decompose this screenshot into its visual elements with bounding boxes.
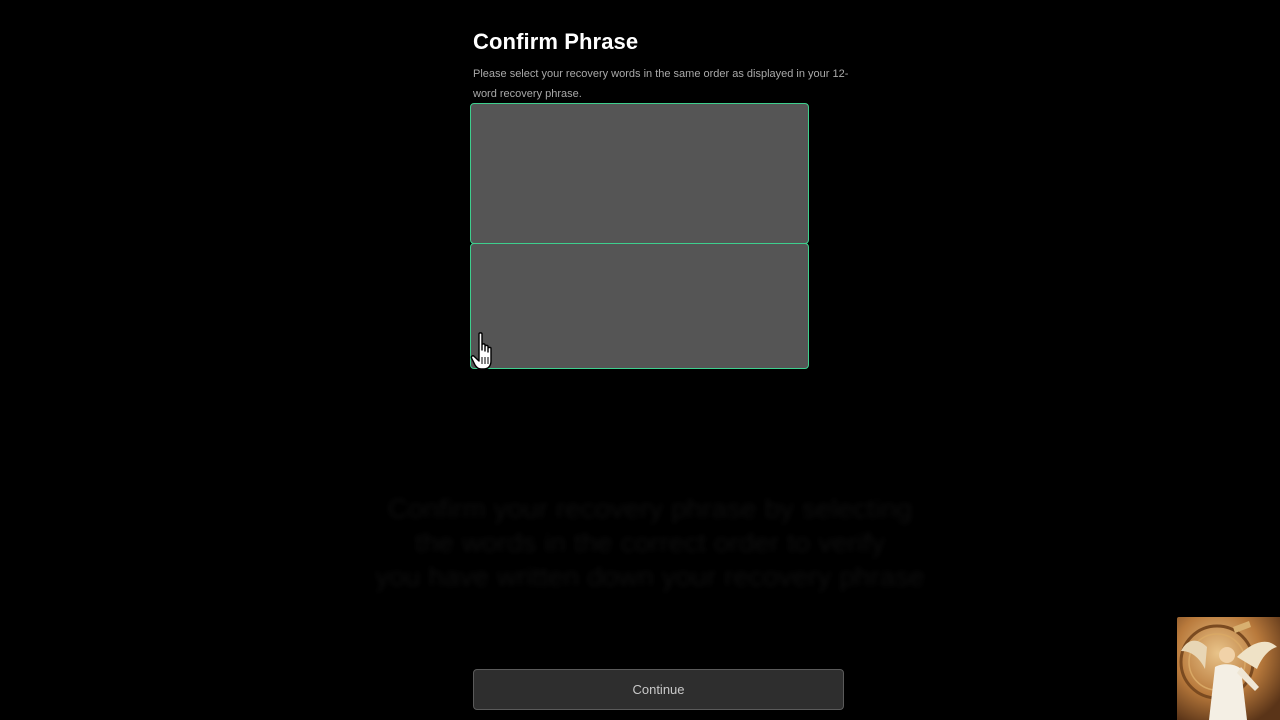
page-instructions: Please select your recovery words in the…: [473, 68, 849, 100]
blurred-overlay-text: Confirm your recovery phrase by selectin…: [300, 492, 1000, 594]
angel-artwork-thumbnail: [1177, 617, 1280, 720]
overlay-line: you have written down your recovery phra…: [375, 561, 925, 592]
word-options-area[interactable]: [470, 243, 809, 369]
overlay-line: Confirm your recovery phrase by selectin…: [387, 493, 913, 524]
selected-words-area[interactable]: [470, 103, 809, 244]
continue-button[interactable]: Continue: [473, 669, 844, 710]
overlay-line: the words in the correct order to verify: [415, 527, 885, 558]
hand-pointer-icon: [470, 332, 492, 370]
confirm-phrase-screen: Confirm Phrase Please select your recove…: [0, 0, 1280, 720]
page-title: Confirm Phrase: [473, 29, 639, 54]
